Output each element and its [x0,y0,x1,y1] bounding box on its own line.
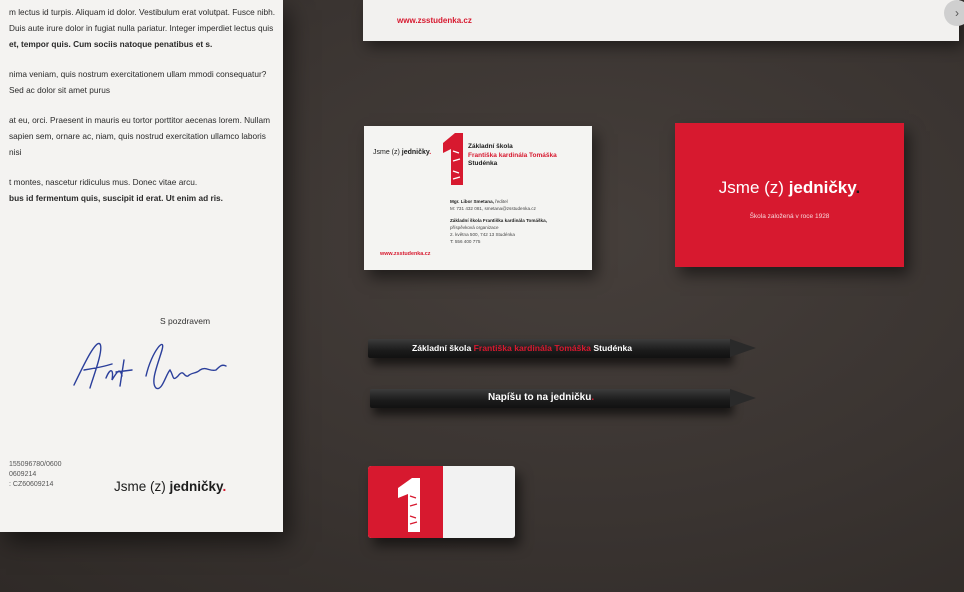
footer-line: 0609214 [9,471,37,478]
red-card-title: Jsme (z) jedničky. [718,178,861,197]
pencil-label: Napíšu to na jedničku. [488,392,595,403]
letter-paragraph: t montes, nascetur ridiculus mus. Donec … [9,177,198,187]
top-paper-sheet: www.zsstudenka.cz [363,0,959,41]
letter-paragraph: et, tempor quis. Cum sociis natoque pena… [9,39,213,49]
footer-line: : CZ60609214 [9,481,54,488]
eraser-sleeve [368,466,443,538]
school-number-one-icon [398,478,420,532]
letter-paragraph: bus id fermentum quis, suscipit id erat.… [9,193,223,203]
school-number-one-icon [443,133,463,185]
pencil-tip [730,389,756,407]
letter-paragraph: nima veniam, quis nostrum exercitationem… [9,69,267,95]
business-card-white: Jsme (z) jedničky. Základní škola Franti… [364,126,592,270]
card-url: www.zsstudenka.cz [380,251,431,257]
pencil-school: Základní škola Františka kardinála Tomáš… [368,339,756,358]
pencil-tip [730,339,756,357]
red-card-subtitle: Škola založená v roce 1928 [749,213,830,220]
letter-greeting: S pozdravem [160,316,211,326]
eraser [368,466,515,538]
letter-footer: 155096780/0600 0609214 : CZ60609214 [9,460,62,490]
letter-paragraph: m lectus id turpis. Aliquam id dolor. Ve… [9,7,276,33]
card-contact-block: Mgr. Libor Smetana, ředitel M: 731 432 0… [450,199,547,244]
letterhead-page: m lectus id turpis. Aliquam id dolor. Ve… [0,0,283,532]
card-tel: T: 556 400 775 [450,239,481,244]
card-logo: Jsme (z) jedničky. [373,149,432,156]
footer-line: 155096780/0600 [9,461,62,468]
card-phone: M: 731 432 081, smetana@zsstudenka.cz [450,206,536,211]
letter-paragraph: at eu, orci. Praesent in mauris eu torto… [9,115,271,157]
next-arrow-icon[interactable]: › [944,0,964,26]
letter-body: m lectus id turpis. Aliquam id dolor. Ve… [9,4,277,220]
signature-icon [73,342,227,390]
pencil-label: Základní škola Františka kardinála Tomáš… [412,343,633,353]
card-school-name: Základní škola Františka kardinála Tomáš… [468,143,557,167]
pencil-slogan: Napíšu to na jedničku. [370,389,756,408]
letterhead-logo: Jsme (z) jedničky. [114,479,227,494]
business-card-red: Jsme (z) jedničky. Škola založená v roce… [675,123,904,267]
sheet-url: www.zsstudenka.cz [397,16,472,25]
